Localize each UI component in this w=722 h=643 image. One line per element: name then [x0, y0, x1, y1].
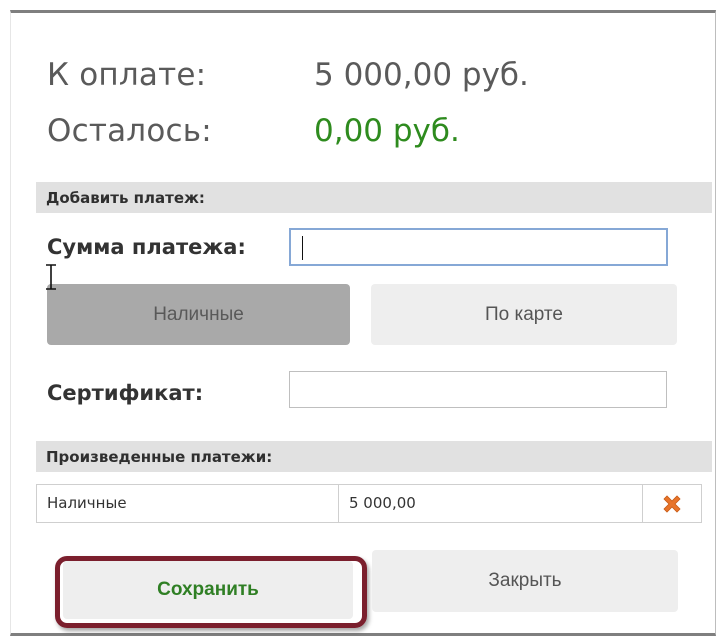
certificate-input[interactable]	[289, 371, 667, 408]
payment-amount-cell: 5 000,00	[339, 485, 643, 522]
to-pay-label: К оплате:	[47, 57, 207, 93]
add-payment-section-title: Добавить платеж:	[46, 189, 205, 207]
cash-button[interactable]: Наличные	[47, 284, 350, 345]
add-payment-section-header: Добавить платеж:	[36, 182, 712, 213]
card-button[interactable]: По карте	[371, 284, 677, 345]
payments-table: Наличные 5 000,00	[36, 484, 702, 523]
delete-payment-button[interactable]	[643, 485, 701, 522]
certificate-label: Сертификат:	[47, 381, 204, 405]
amount-label: Сумма платежа:	[47, 235, 246, 259]
amount-input[interactable]	[289, 228, 668, 266]
close-button[interactable]: Закрыть	[372, 550, 678, 612]
payments-section-title: Произведенные платежи:	[46, 448, 273, 466]
payment-dialog: К оплате: 5 000,00 руб. Осталось: 0,00 р…	[10, 10, 716, 636]
remaining-value: 0,00 руб.	[314, 113, 460, 149]
remaining-label: Осталось:	[47, 113, 212, 149]
text-caret	[302, 236, 303, 260]
text-cursor-icon	[46, 264, 56, 290]
to-pay-value: 5 000,00 руб.	[314, 57, 529, 93]
payment-method-cell: Наличные	[37, 485, 339, 522]
payments-section-header: Произведенные платежи:	[36, 441, 712, 472]
close-x-icon	[663, 494, 681, 513]
save-button[interactable]: Сохранить	[63, 561, 353, 619]
